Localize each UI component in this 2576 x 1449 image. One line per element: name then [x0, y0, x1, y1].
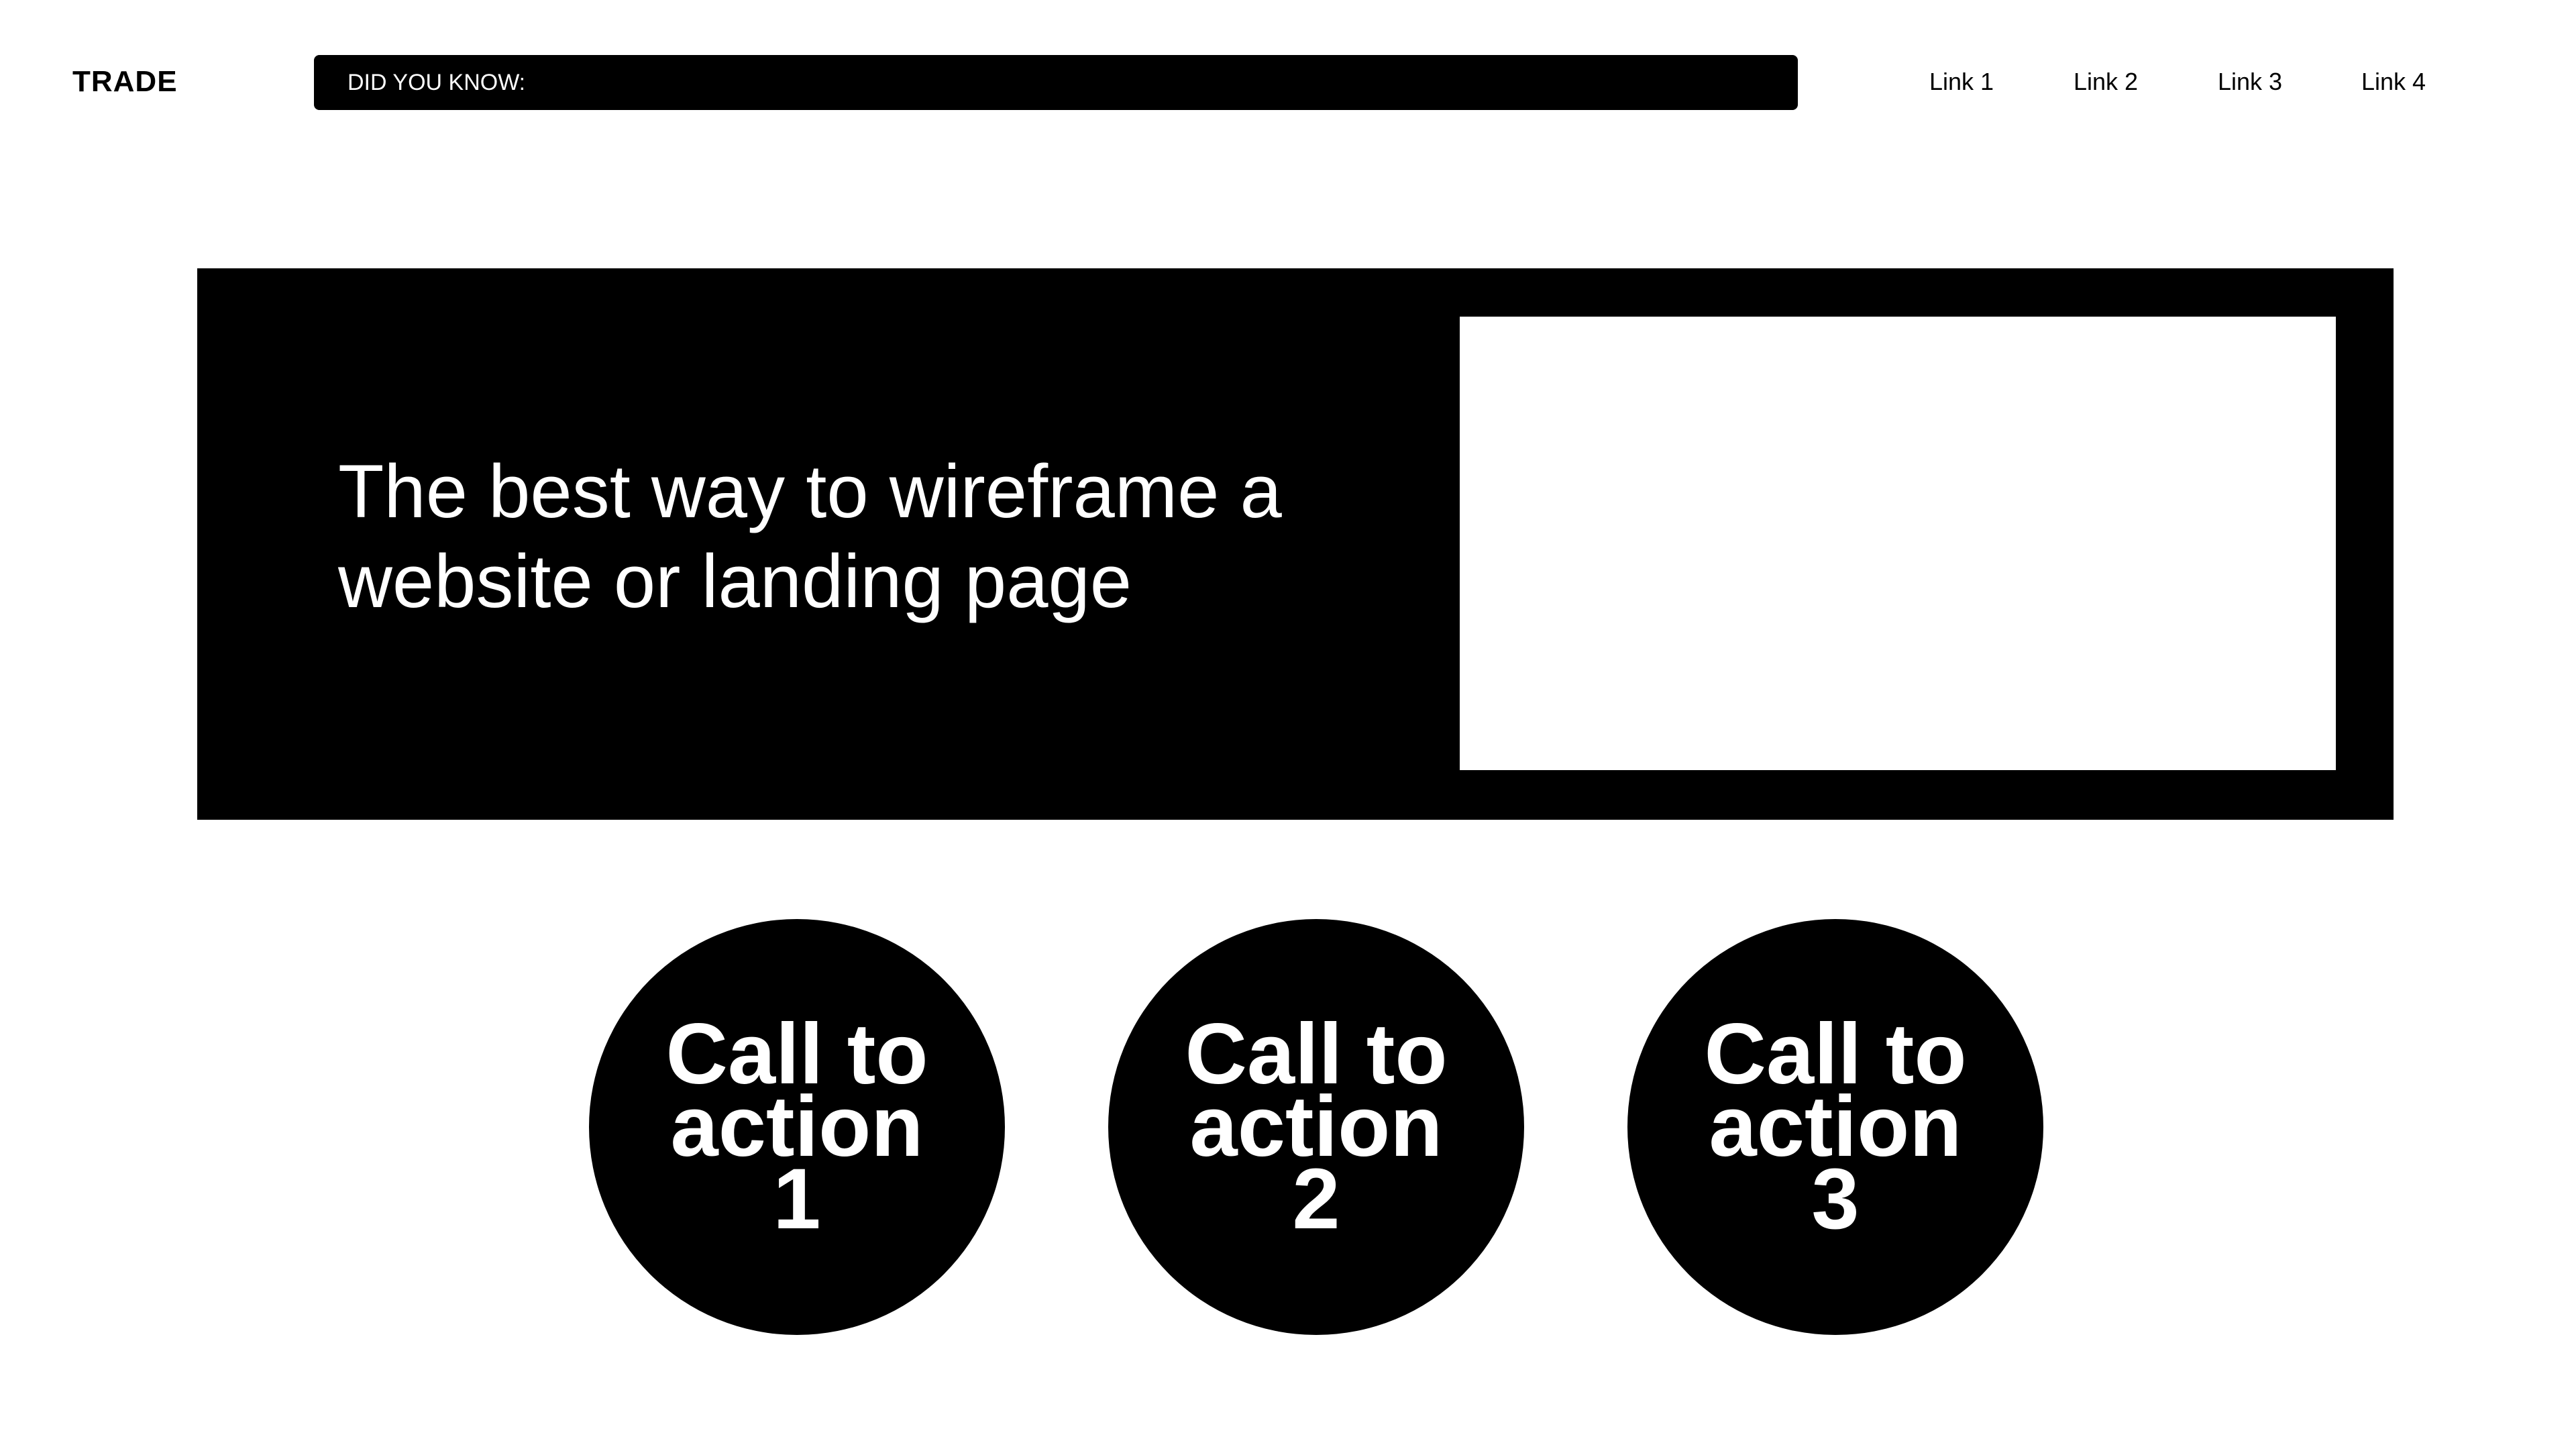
hero-image-placeholder [1460, 317, 2336, 770]
nav-link-3[interactable]: Link 3 [2218, 64, 2282, 99]
nav-link-4[interactable]: Link 4 [2361, 64, 2426, 99]
cta-label: Call to action 1 [665, 1006, 928, 1247]
cta-label: Call to action 2 [1185, 1006, 1448, 1247]
call-to-action-1-button[interactable]: Call to action 1 [589, 919, 1005, 1335]
ticker-label: DID YOU KNOW: [347, 70, 526, 95]
hero-banner: The best way to wireframe a website or l… [197, 268, 2394, 820]
did-you-know-ticker: DID YOU KNOW: [314, 55, 1798, 110]
call-to-action-2-button[interactable]: Call to action 2 [1108, 919, 1524, 1335]
call-to-action-3-button[interactable]: Call to action 3 [1627, 919, 2043, 1335]
cta-label: Call to action 3 [1704, 1006, 1967, 1247]
nav-link-2[interactable]: Link 2 [2074, 64, 2138, 99]
logo[interactable]: TRADE [72, 64, 178, 99]
page: TRADE DID YOU KNOW: Link 1 Link 2 Link 3… [0, 0, 2576, 1449]
hero-headline: The best way to wireframe a website or l… [338, 449, 1282, 623]
nav-link-1[interactable]: Link 1 [1929, 64, 1994, 99]
